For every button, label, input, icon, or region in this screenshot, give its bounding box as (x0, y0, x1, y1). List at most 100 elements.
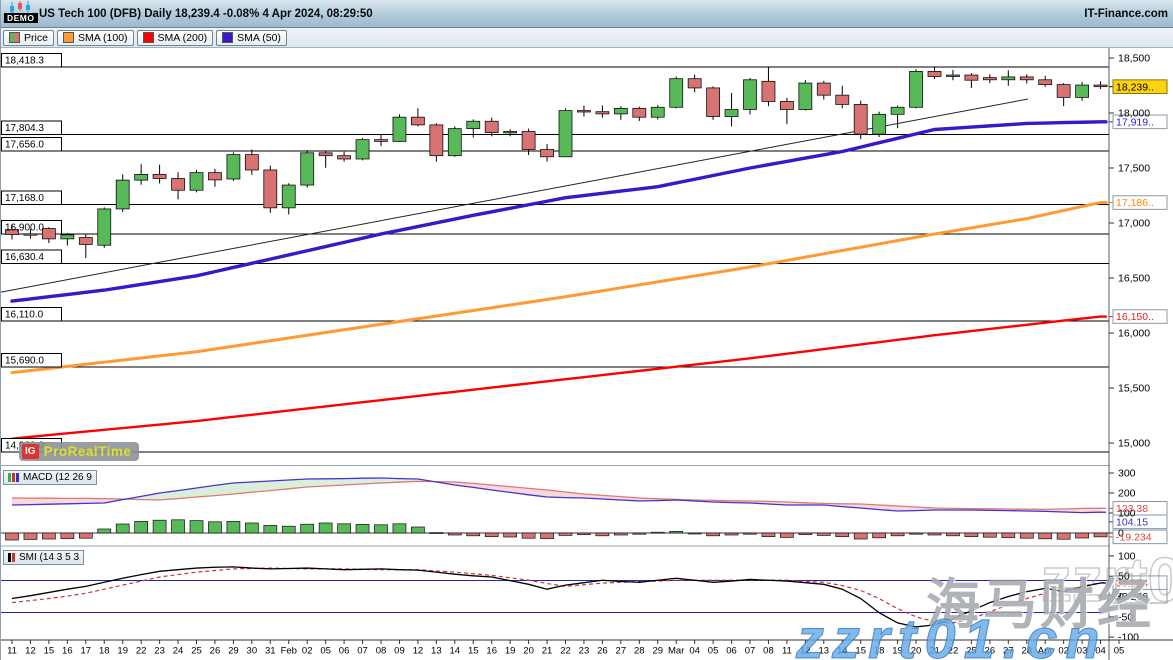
macd-histogram-bar (79, 533, 92, 538)
time-tick-label: 18 (99, 646, 110, 657)
candle[interactable] (614, 108, 627, 114)
chart-title: US Tech 100 (DFB) Daily 18,239.4 -0.08% … (39, 8, 373, 20)
candle[interactable] (282, 185, 295, 208)
prorealtime-logo[interactable]: IG ProRealTime (19, 442, 139, 461)
demo-logo: DEMO (1, 0, 39, 27)
macd-histogram-bar (375, 525, 388, 533)
macd-histogram-bar (448, 533, 461, 535)
candle[interactable] (319, 153, 332, 156)
macd-histogram-bar (1039, 533, 1052, 539)
smi-legend-chip[interactable]: SMI (14 3 5 3 (3, 550, 84, 565)
candle[interactable] (153, 174, 166, 178)
candle[interactable] (98, 209, 111, 245)
candle[interactable] (375, 140, 388, 142)
candle[interactable] (707, 88, 720, 117)
candle[interactable] (1020, 77, 1033, 80)
candle[interactable] (762, 81, 775, 101)
candle[interactable] (910, 71, 923, 107)
candle[interactable] (411, 117, 424, 125)
time-tick-label: 24 (173, 646, 184, 657)
time-tick-label: 27 (616, 646, 627, 657)
macd-histogram-bar (670, 531, 683, 533)
level-label: 16,900.0 (5, 223, 44, 234)
candle[interactable] (928, 71, 941, 76)
macd-histogram-bar (965, 533, 978, 537)
legend-sma200-label: SMA (200) (158, 32, 208, 44)
candle[interactable] (245, 155, 258, 170)
time-tick-label: 13 (431, 646, 442, 657)
candle[interactable] (799, 83, 812, 109)
candle[interactable] (227, 155, 240, 179)
macd-histogram-bar (504, 533, 517, 537)
candle[interactable] (430, 125, 443, 156)
candle[interactable] (338, 156, 351, 159)
candle[interactable] (891, 107, 904, 114)
candle[interactable] (190, 173, 203, 191)
price-badge-label: 18,239.. (1116, 81, 1154, 93)
legend-chip-sma200[interactable]: SMA (200) (137, 30, 214, 46)
candle[interactable] (172, 178, 185, 190)
candle[interactable] (393, 117, 406, 141)
candle[interactable] (79, 238, 92, 245)
candle[interactable] (817, 83, 830, 95)
brand-link[interactable]: IT-Finance.com (1084, 8, 1168, 20)
candle[interactable] (208, 173, 221, 180)
candle[interactable] (633, 108, 646, 117)
macd-histogram-bar (910, 533, 923, 534)
candle[interactable] (61, 235, 74, 239)
candle[interactable] (467, 121, 480, 128)
time-tick-label: Mar (668, 646, 684, 657)
candle[interactable] (744, 80, 757, 110)
macd-histogram-bar (651, 532, 664, 533)
candle[interactable] (559, 111, 572, 157)
candle[interactable] (116, 180, 129, 209)
macd-histogram-bar (356, 524, 369, 533)
mini-candles-icon (8, 1, 34, 13)
time-tick-label: 08 (763, 646, 774, 657)
legend-chip-sma50[interactable]: SMA (50) (216, 30, 287, 46)
candle[interactable] (854, 104, 867, 134)
time-tick-label: 26 (210, 646, 221, 657)
candle[interactable] (1039, 80, 1052, 85)
legend-chip-sma100[interactable]: SMA (100) (57, 30, 134, 46)
candle[interactable] (688, 79, 701, 88)
candle[interactable] (1076, 85, 1089, 97)
candle[interactable] (24, 234, 37, 235)
candle[interactable] (965, 75, 978, 80)
candle[interactable] (873, 114, 886, 134)
level-label: 16,110.0 (5, 309, 44, 320)
candle[interactable] (596, 112, 609, 114)
candle[interactable] (541, 150, 554, 157)
macd-histogram-bar (983, 533, 996, 537)
candle[interactable] (301, 153, 314, 185)
candle[interactable] (670, 79, 683, 108)
macd-histogram-bar (6, 533, 19, 540)
axis-tick-label: 15,000 (1118, 438, 1150, 450)
candle[interactable] (577, 111, 590, 112)
macd-histogram-bar (633, 533, 646, 534)
candle[interactable] (725, 109, 738, 116)
candle[interactable] (485, 121, 498, 132)
macd-histogram-bar (596, 533, 609, 536)
macd-histogram-bar (301, 524, 314, 533)
candle[interactable] (448, 129, 461, 156)
candle[interactable] (522, 131, 535, 149)
candle[interactable] (504, 131, 517, 132)
candle[interactable] (946, 75, 959, 76)
candle[interactable] (1057, 85, 1070, 98)
axis-tick-label: 15,500 (1118, 383, 1150, 395)
candle[interactable] (135, 174, 148, 180)
candle[interactable] (651, 107, 664, 117)
candle[interactable] (264, 170, 277, 208)
axis-tick-label: 17,500 (1118, 163, 1150, 175)
candle[interactable] (42, 229, 55, 239)
time-tick-label: 31 (265, 646, 276, 657)
candle[interactable] (1094, 85, 1107, 87)
candle[interactable] (983, 78, 996, 80)
candle[interactable] (836, 95, 849, 104)
candle[interactable] (1002, 77, 1015, 80)
macd-legend-chip[interactable]: MACD (12 26 9 (3, 470, 97, 485)
candle[interactable] (356, 140, 369, 159)
legend-chip-price[interactable]: Price (3, 30, 54, 46)
candle[interactable] (780, 101, 793, 109)
